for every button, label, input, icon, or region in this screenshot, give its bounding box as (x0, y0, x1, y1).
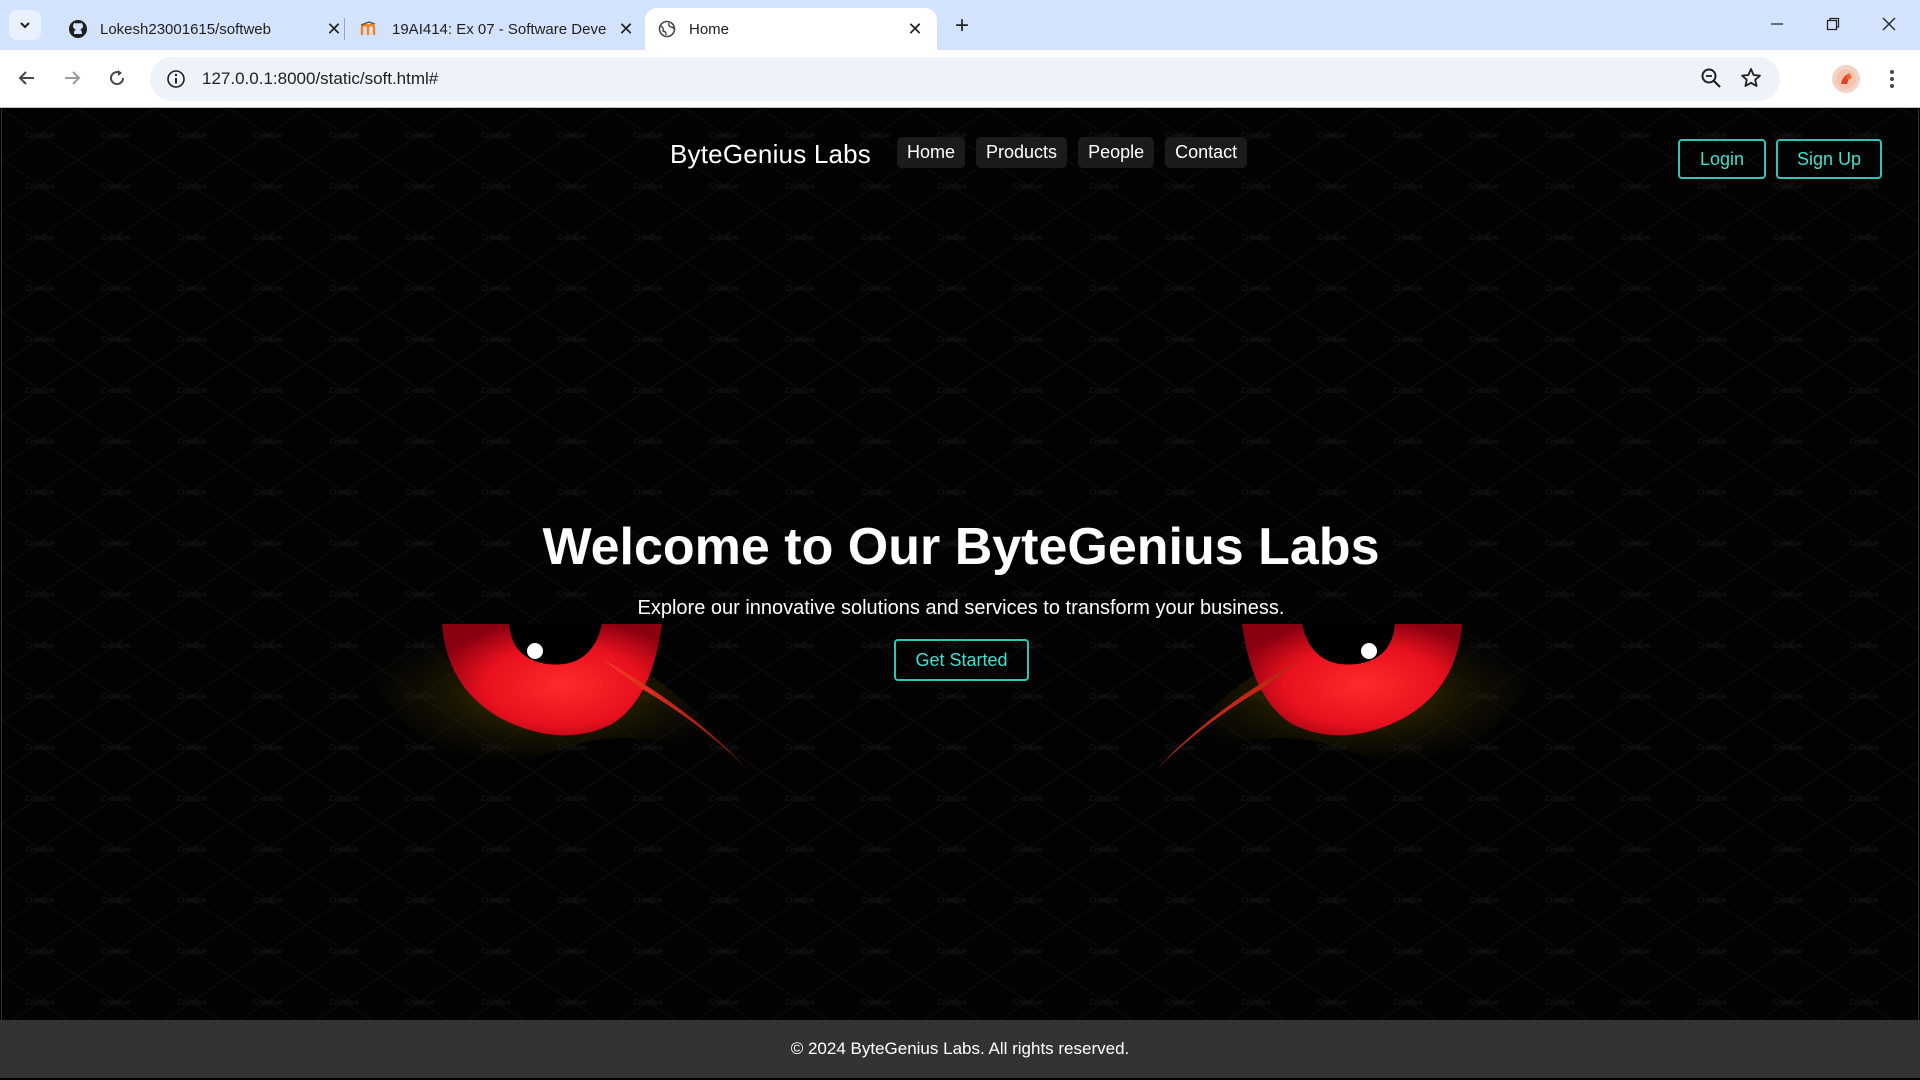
close-icon[interactable]: ✕ (324, 19, 344, 39)
get-started-button[interactable]: Get Started (894, 639, 1029, 681)
footer-copyright: © 2024 ByteGenius Labs. All rights reser… (790, 1039, 1130, 1058)
login-button[interactable]: Login (1678, 139, 1766, 179)
plus-icon: + (954, 12, 969, 39)
restore-icon (1826, 17, 1840, 31)
site-brand[interactable]: ByteGenius Labs (670, 139, 871, 170)
address-bar[interactable]: 127.0.0.1:8000/static/soft.html# (150, 57, 1780, 101)
dot (1890, 77, 1894, 81)
close-icon[interactable]: ✕ (616, 19, 636, 39)
back-button[interactable] (10, 61, 44, 95)
nav-link-home[interactable]: Home (897, 137, 966, 168)
new-tab-button[interactable]: + (948, 12, 976, 40)
nav-link-people[interactable]: People (1078, 137, 1155, 168)
restore-button[interactable] (1810, 6, 1856, 42)
browser-tab-github[interactable]: Lokesh23001615/softweb ✕ (56, 8, 356, 50)
minimize-button[interactable] (1754, 6, 1800, 42)
chevron-down-icon (20, 22, 30, 29)
browser-tab-moodle[interactable]: 19AI414: Ex 07 - Software Deve ✕ (348, 8, 648, 50)
hero-headline: Welcome to Our ByteGenius Labs (542, 518, 1380, 576)
close-icon[interactable]: ✕ (905, 19, 925, 39)
bookmark-star-icon[interactable] (1740, 67, 1762, 94)
browser-tab-home[interactable]: Home ✕ (645, 8, 937, 50)
web-page: Creative (0, 109, 1920, 1080)
browser-menu-button[interactable] (1878, 64, 1906, 94)
dot (1890, 84, 1894, 88)
close-window-button[interactable] (1866, 6, 1912, 42)
moodle-icon (360, 19, 380, 39)
hero-section: Creative (1, 109, 1919, 1020)
nav-link-products[interactable]: Products (976, 137, 1068, 168)
site-nav: Home Products People Contact (897, 137, 1248, 168)
tab-search-button[interactable] (9, 10, 41, 40)
browser-tab-strip: Lokesh23001615/softweb ✕ 19AI414: Ex 07 … (0, 0, 1920, 50)
site-footer: © 2024 ByteGenius Labs. All rights reser… (0, 1020, 1920, 1078)
tab-separator (344, 18, 345, 40)
hero-subline: Explore our innovative solutions and ser… (637, 597, 1285, 619)
profile-avatar[interactable] (1832, 65, 1860, 93)
github-icon (68, 19, 88, 39)
reload-button[interactable] (100, 61, 134, 95)
browser-toolbar: 127.0.0.1:8000/static/soft.html# (0, 50, 1920, 108)
globe-icon (657, 19, 677, 39)
url-text: 127.0.0.1:8000/static/soft.html# (202, 69, 439, 88)
signup-button[interactable]: Sign Up (1776, 139, 1882, 179)
tab-title: 19AI414: Ex 07 - Software Deve (392, 20, 607, 38)
tab-title: Lokesh23001615/softweb (100, 20, 271, 38)
tab-title: Home (689, 20, 730, 38)
avatar-icon (1836, 69, 1856, 89)
minimize-icon (1771, 23, 1783, 25)
reload-icon (110, 70, 125, 86)
arrow-left-icon (18, 71, 34, 85)
arrow-right-icon (65, 71, 81, 85)
nav-link-contact[interactable]: Contact (1165, 137, 1248, 168)
zoom-icon[interactable] (1700, 67, 1722, 94)
dot (1890, 70, 1894, 74)
forward-button[interactable] (55, 61, 89, 95)
site-info-icon[interactable] (164, 67, 188, 91)
close-icon (1882, 17, 1896, 31)
